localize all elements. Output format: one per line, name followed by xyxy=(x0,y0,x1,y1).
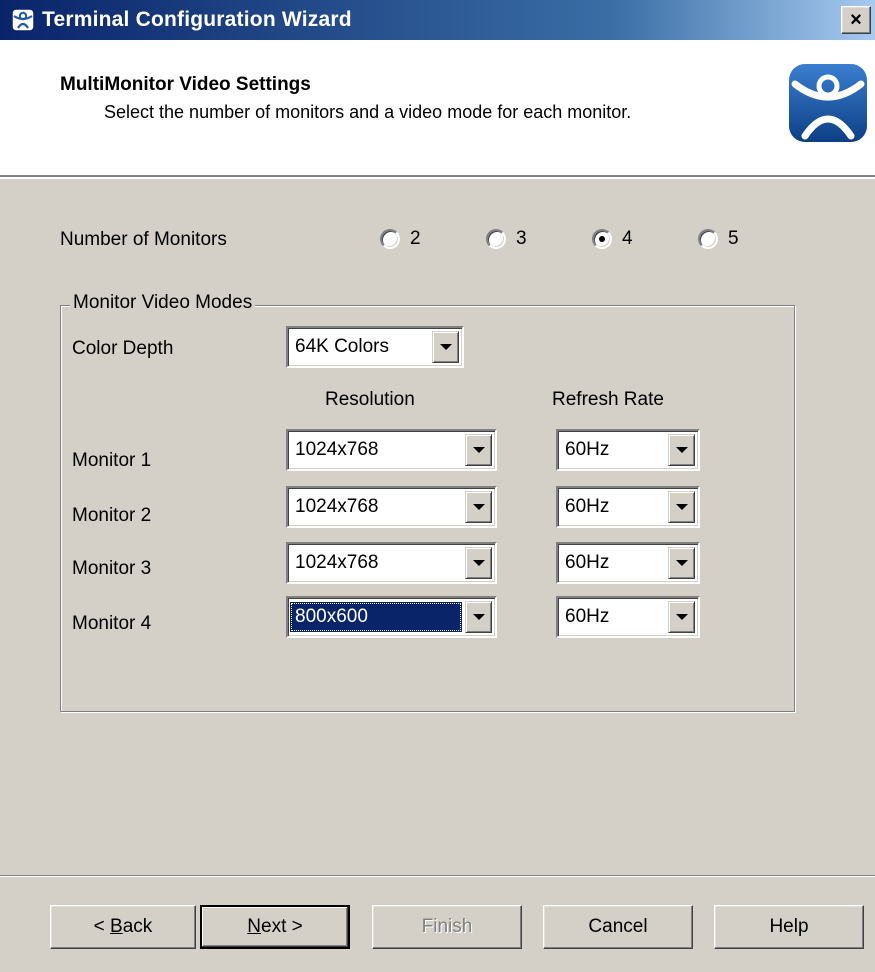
radio-button[interactable] xyxy=(698,229,718,249)
back-button[interactable]: < Back xyxy=(50,905,196,949)
refresh-value: 60Hz xyxy=(565,552,610,573)
monitor-1-refresh-select[interactable]: 60Hz xyxy=(556,429,700,471)
next-button[interactable]: Next > xyxy=(200,905,350,949)
monitor-3-resolution-select[interactable]: 1024x768 xyxy=(286,542,497,584)
dropdown-button[interactable] xyxy=(465,547,492,579)
resolution-value: 1024x768 xyxy=(295,496,379,517)
radio-label: 4 xyxy=(622,228,633,249)
radio-button[interactable] xyxy=(380,229,400,249)
monitor-2-refresh-select[interactable]: 60Hz xyxy=(556,486,700,528)
dropdown-button[interactable] xyxy=(432,331,459,363)
monitor-3-refresh-select[interactable]: 60Hz xyxy=(556,542,700,584)
back-button-prefix: < xyxy=(93,916,111,937)
monitors-radio-5[interactable]: 5 xyxy=(698,228,739,250)
monitor-3-label: Monitor 3 xyxy=(72,558,152,579)
monitor-2-resolution-select[interactable]: 1024x768 xyxy=(286,486,497,528)
chevron-down-icon xyxy=(472,504,485,510)
monitor-4-refresh-select[interactable]: 60Hz xyxy=(556,596,700,638)
next-button-mnemonic: N xyxy=(247,916,261,937)
radio-label: 3 xyxy=(516,228,527,249)
app-icon xyxy=(10,7,36,33)
monitors-radio-2[interactable]: 2 xyxy=(380,228,421,250)
chevron-down-icon xyxy=(675,614,688,620)
chevron-down-icon xyxy=(675,560,688,566)
chevron-down-icon xyxy=(472,560,485,566)
thinmanager-logo-icon xyxy=(787,62,869,144)
color-depth-value: 64K Colors xyxy=(295,336,389,357)
resolution-value: 1024x768 xyxy=(295,439,379,460)
monitors-radio-4[interactable]: 4 xyxy=(592,228,633,250)
help-button[interactable]: Help xyxy=(714,905,864,949)
back-button-rest: ack xyxy=(122,916,153,937)
close-icon: × xyxy=(850,9,862,31)
window-title: Terminal Configuration Wizard xyxy=(42,8,352,31)
refresh-value: 60Hz xyxy=(565,606,610,627)
page-subtitle: Select the number of monitors and a vide… xyxy=(104,102,632,122)
monitor-2-label: Monitor 2 xyxy=(72,505,152,526)
color-depth-select[interactable]: 64K Colors xyxy=(286,326,464,368)
chevron-down-icon xyxy=(472,447,485,453)
refresh-rate-header: Refresh Rate xyxy=(552,389,664,410)
radio-button[interactable] xyxy=(486,229,506,249)
chevron-down-icon xyxy=(675,504,688,510)
chevron-down-icon xyxy=(439,344,452,350)
title-bar: Terminal Configuration Wizard × xyxy=(0,0,875,40)
chevron-down-icon xyxy=(675,447,688,453)
resolution-value: 1024x768 xyxy=(295,552,379,573)
refresh-value: 60Hz xyxy=(565,439,610,460)
close-button[interactable]: × xyxy=(841,6,871,34)
monitor-1-resolution-select[interactable]: 1024x768 xyxy=(286,429,497,471)
monitor-4-label: Monitor 4 xyxy=(72,613,152,634)
radio-label: 5 xyxy=(728,228,739,249)
dropdown-button[interactable] xyxy=(668,491,695,523)
dropdown-button[interactable] xyxy=(668,547,695,579)
radio-label: 2 xyxy=(410,228,421,249)
cancel-button[interactable]: Cancel xyxy=(543,905,693,949)
radio-button[interactable] xyxy=(592,229,612,249)
dropdown-button[interactable] xyxy=(668,601,695,633)
footer-divider xyxy=(0,875,875,877)
dropdown-button[interactable] xyxy=(465,434,492,466)
monitor-4-resolution-select[interactable]: 800x600 xyxy=(286,596,497,638)
refresh-value: 60Hz xyxy=(565,496,610,517)
color-depth-label: Color Depth xyxy=(72,338,174,359)
finish-button[interactable]: Finish xyxy=(372,905,522,949)
monitors-radio-3[interactable]: 3 xyxy=(486,228,527,250)
chevron-down-icon xyxy=(472,614,485,620)
wizard-header: MultiMonitor Video Settings Select the n… xyxy=(0,40,875,179)
dropdown-button[interactable] xyxy=(465,601,492,633)
next-button-rest: ext > xyxy=(261,916,303,937)
page-title: MultiMonitor Video Settings xyxy=(60,74,311,95)
monitor-1-label: Monitor 1 xyxy=(72,450,152,471)
dropdown-button[interactable] xyxy=(465,491,492,523)
resolution-header: Resolution xyxy=(325,389,415,410)
back-button-mnemonic: B xyxy=(110,916,123,937)
dropdown-button[interactable] xyxy=(668,434,695,466)
number-of-monitors-label: Number of Monitors xyxy=(60,229,227,250)
resolution-value: 800x600 xyxy=(290,602,462,632)
group-legend: Monitor Video Modes xyxy=(70,292,256,314)
